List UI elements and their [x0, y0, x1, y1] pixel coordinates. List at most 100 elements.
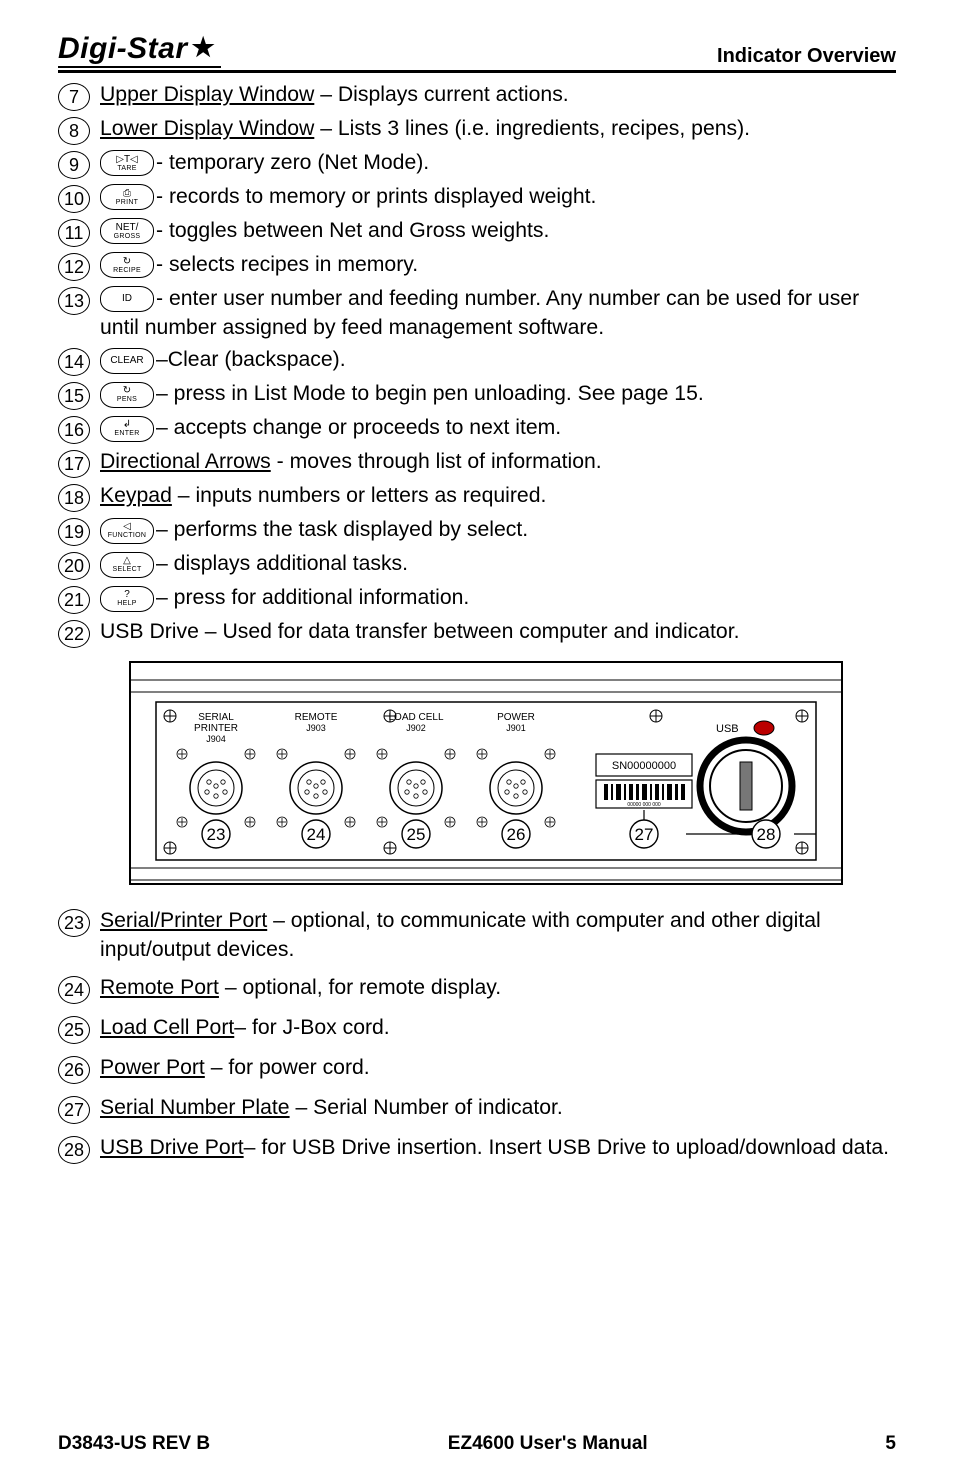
item-number: 18 [58, 484, 90, 512]
page-footer: D3843-US REV B EZ4600 User's Manual 5 [58, 1415, 896, 1455]
item-number: 28 [58, 1136, 90, 1164]
diagram-svg: SERIALPRINTERJ904 23 REMOTEJ903 24 LOAD CELL… [116, 658, 856, 888]
keypad-key-icon: ◁FUNCTION [100, 518, 154, 544]
item-body: Load Cell Port– for J-Box cord. [100, 1014, 896, 1043]
list-item: 27 Serial Number Plate – Serial Number of… [58, 1094, 896, 1124]
list-item: 12 ↻RECIPE- selects recipes in memory. [58, 251, 896, 281]
svg-text:23: 23 [207, 825, 226, 844]
footer-center: EZ4600 User's Manual [448, 1433, 648, 1455]
svg-text:REMOTE: REMOTE [295, 712, 338, 723]
item-body: △SELECT– displays additional tasks. [100, 550, 896, 579]
item-body: Serial/Printer Port – optional, to commu… [100, 907, 896, 964]
svg-text:LOAD CELL: LOAD CELL [388, 712, 443, 723]
item-body: ?HELP– press for additional information. [100, 584, 896, 613]
item-number: 16 [58, 416, 90, 444]
footer-left: D3843-US REV B [58, 1433, 210, 1455]
item-number: 8 [58, 117, 90, 145]
item-number: 23 [58, 909, 90, 937]
item-body: Serial Number Plate – Serial Number of i… [100, 1094, 896, 1123]
item-number: 14 [58, 348, 90, 376]
item-body: ↻RECIPE- selects recipes in memory. [100, 251, 896, 280]
list-item: 19 ◁FUNCTION– performs the task displayed… [58, 516, 896, 546]
serial-number-text: SN00000000 [612, 760, 676, 772]
keypad-key-icon: ↻RECIPE [100, 252, 154, 278]
list-item: 15 ↻PENS– press in List Mode to begin pen… [58, 380, 896, 410]
list-item: 20 △SELECT– displays additional tasks. [58, 550, 896, 580]
item-number: 21 [58, 586, 90, 614]
item-number: 12 [58, 253, 90, 281]
item-body: Keypad – inputs numbers or letters as re… [100, 482, 896, 511]
item-number: 24 [58, 976, 90, 1004]
svg-text:25: 25 [407, 825, 426, 844]
item-body: USB Drive Port– for USB Drive insertion.… [100, 1134, 896, 1163]
svg-text:24: 24 [307, 825, 326, 844]
svg-text:J903: J903 [306, 723, 326, 733]
svg-text:26: 26 [507, 825, 526, 844]
item-body: Power Port – for power cord. [100, 1054, 896, 1083]
keypad-key-icon: ?HELP [100, 586, 154, 612]
list-item: 7 Upper Display Window – Displays current… [58, 81, 896, 111]
item-body: ⎙PRINT- records to memory or prints disp… [100, 183, 896, 212]
item-number: 27 [58, 1096, 90, 1124]
list-item: 22 USB Drive – Used for data transfer bet… [58, 618, 896, 648]
header-rule [58, 70, 896, 73]
svg-text:SERIAL: SERIAL [198, 712, 234, 723]
item-body: Upper Display Window – Displays current … [100, 81, 896, 110]
list-item: 13ID- enter user number and feeding numb… [58, 285, 896, 342]
section-title: Indicator Overview [717, 45, 896, 68]
items-list-bottom: 23 Serial/Printer Port – optional, to com… [58, 907, 896, 1164]
items-list-top: 7 Upper Display Window – Displays current… [58, 81, 896, 648]
list-item: 9 ▷T◁TARE- temporary zero (Net Mode). [58, 149, 896, 179]
footer-right: 5 [885, 1433, 896, 1455]
keypad-key-icon: ↲ENTER [100, 416, 154, 442]
item-body: ◁FUNCTION– performs the task displayed b… [100, 516, 896, 545]
keypad-key-icon: CLEAR [100, 348, 154, 374]
svg-text:J901: J901 [506, 723, 526, 733]
keypad-key-icon: ↻PENS [100, 382, 154, 408]
item-number: 10 [58, 185, 90, 213]
list-item: 24 Remote Port – optional, for remote dis… [58, 974, 896, 1004]
list-item: 23 Serial/Printer Port – optional, to com… [58, 907, 896, 964]
item-body: CLEAR–Clear (backspace). [100, 346, 896, 375]
brand-text: Digi-Star [58, 32, 188, 66]
list-item: 11NET/GROSS- toggles between Net and Gro… [58, 217, 896, 247]
item-number: 20 [58, 552, 90, 580]
item-number: 17 [58, 450, 90, 478]
list-item: 25 Load Cell Port– for J-Box cord. [58, 1014, 896, 1044]
svg-text:00000 000 000: 00000 000 000 [627, 802, 661, 808]
item-body: Remote Port – optional, for remote displ… [100, 974, 896, 1003]
list-item: 26Power Port – for power cord. [58, 1054, 896, 1084]
callout-28: 28 [757, 825, 776, 844]
item-body: ↻PENS– press in List Mode to begin pen u… [100, 380, 896, 409]
item-number: 9 [58, 151, 90, 179]
svg-text:POWER: POWER [497, 712, 535, 723]
rear-panel-diagram: SERIALPRINTERJ904 23 REMOTEJ903 24 LOAD CELL… [116, 658, 856, 893]
item-number: 19 [58, 518, 90, 546]
item-body: ▷T◁TARE- temporary zero (Net Mode). [100, 149, 896, 178]
list-item: 17 Directional Arrows - moves through lis… [58, 448, 896, 478]
item-number: 7 [58, 83, 90, 111]
item-number: 15 [58, 382, 90, 410]
svg-text:J904: J904 [206, 734, 226, 744]
star-icon: ★ [192, 32, 216, 63]
item-number: 25 [58, 1016, 90, 1044]
item-number: 22 [58, 620, 90, 648]
list-item: 16 ↲ENTER– accepts change or proceeds to … [58, 414, 896, 444]
keypad-key-icon: ID [100, 286, 154, 312]
keypad-key-icon: △SELECT [100, 552, 154, 578]
list-item: 14 CLEAR–Clear (backspace). [58, 346, 896, 376]
keypad-key-icon: ⎙PRINT [100, 184, 154, 210]
keypad-key-icon: ▷T◁TARE [100, 150, 154, 176]
brand-logo: Digi-Star ★ [58, 32, 221, 68]
list-item: 21 ?HELP– press for additional informatio… [58, 584, 896, 614]
item-body: NET/GROSS- toggles between Net and Gross… [100, 217, 896, 246]
item-body: Lower Display Window – Lists 3 lines (i.… [100, 115, 896, 144]
item-body: ↲ENTER– accepts change or proceeds to ne… [100, 414, 896, 443]
item-body: Directional Arrows - moves through list … [100, 448, 896, 477]
usb-label: USB [716, 723, 739, 735]
item-number: 13 [58, 287, 90, 315]
list-item: 10 ⎙PRINT- records to memory or prints di… [58, 183, 896, 213]
list-item: 18 Keypad – inputs numbers or letters as … [58, 482, 896, 512]
item-body: USB Drive – Used for data transfer betwe… [100, 618, 896, 647]
svg-text:PRINTER: PRINTER [194, 723, 238, 734]
